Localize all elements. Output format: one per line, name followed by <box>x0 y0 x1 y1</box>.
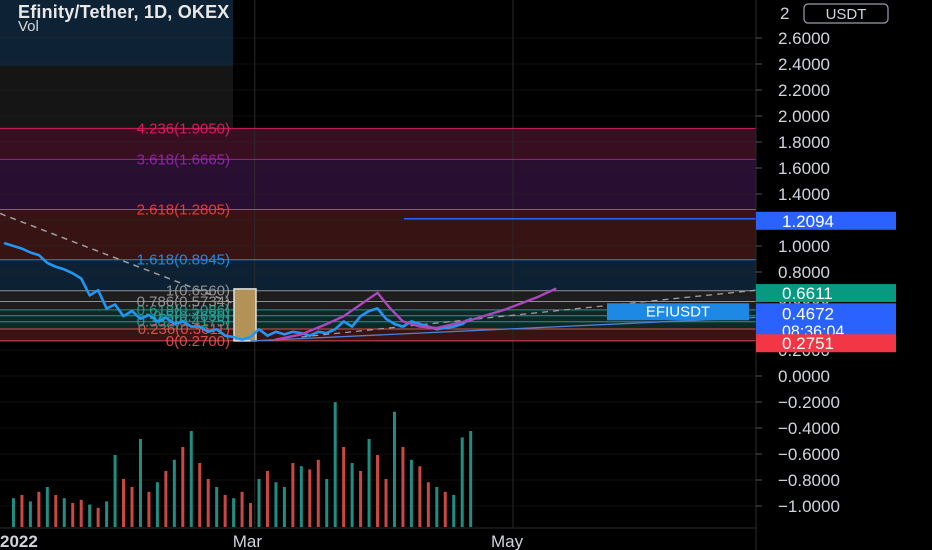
fib-label-10: 4.236(1.9050) <box>137 120 230 137</box>
volume-bar <box>28 501 32 527</box>
volume-bar <box>54 495 58 527</box>
price-label-fib: 0.6611 <box>782 284 833 303</box>
volume-bar <box>350 463 354 527</box>
symbol-tag: EFIUSDT <box>646 303 710 320</box>
price-label-low: 0.2751 <box>782 334 834 353</box>
volume-bar <box>232 498 236 527</box>
volume-bar <box>105 501 109 527</box>
fib-zone-8 <box>0 159 756 210</box>
volume-bar <box>113 455 117 527</box>
price-label-current: 0.4672 <box>782 304 834 323</box>
axis-tick-label-9: 0.8000 <box>778 263 830 282</box>
axis-tick-label-4: 1.8000 <box>778 133 830 152</box>
volume-bar <box>122 479 126 527</box>
fib-zone-9 <box>0 128 756 160</box>
volume-bar <box>409 459 413 527</box>
volume-bar <box>155 482 159 527</box>
fib-zone-7 <box>0 209 756 260</box>
axis-tick-label-1: 2.4000 <box>778 55 830 74</box>
volume-bar <box>452 495 456 527</box>
price-axis[interactable]: 2.6000 2.4000 2.2000 2.0000 1.8000 1.6000 1.40… <box>755 0 932 550</box>
volume-bar <box>274 482 278 527</box>
volume-bar <box>240 491 244 527</box>
fib-label-9: 3.618(1.6665) <box>137 151 230 168</box>
volume-bar <box>392 411 396 527</box>
symbol-title[interactable]: Efinity/Tether, 1D, OKEX <box>18 2 230 23</box>
volume-bar <box>282 487 286 527</box>
volume-bars <box>11 402 473 527</box>
highlight-block <box>233 288 257 342</box>
volume-bar <box>189 431 193 527</box>
time-label-0: 2022 <box>0 532 38 550</box>
volume-bar <box>384 479 388 527</box>
axis-tick-label-17: −0.8000 <box>778 471 840 490</box>
volume-bar <box>325 479 329 527</box>
volume-bar <box>469 431 473 527</box>
axis-tick-label-18: −1.0000 <box>778 497 840 516</box>
volume-bar <box>367 439 371 527</box>
volume-bar <box>164 471 168 527</box>
axis-tick-label-8: 1.0000 <box>778 237 830 256</box>
volume-bar <box>376 455 380 527</box>
chart-root: 0(0.2700) 0.236(0.3611) 0.382(0.4175) 0.5(0… <box>0 0 932 550</box>
volume-bar <box>460 437 464 527</box>
time-label-2: May <box>491 532 524 550</box>
axis-tick-label-15: −0.4000 <box>778 419 840 438</box>
volume-bar <box>96 507 100 527</box>
price-chart[interactable]: 0(0.2700)0.236(0.3611)0.382(0.4175)0.5(0… <box>0 0 932 550</box>
fib-zone-upper-left <box>0 66 233 129</box>
volume-bar <box>79 499 83 527</box>
volume-bar <box>257 479 261 527</box>
volume-bar <box>62 498 66 527</box>
volume-bar <box>181 447 185 527</box>
axis-tick-label-2: 2.2000 <box>778 81 830 100</box>
fib-label-7: 1.618(0.8945) <box>137 252 230 269</box>
volume-bar <box>299 466 303 527</box>
axis-partial-label: 2 <box>780 4 789 23</box>
volume-bar <box>249 503 253 527</box>
fib-zone-6 <box>0 259 756 291</box>
volume-bar <box>342 447 346 527</box>
volume-bar <box>418 466 422 527</box>
volume-bar <box>206 479 210 527</box>
currency-badge-text: USDT <box>826 6 867 23</box>
axis-tick-label-5: 1.6000 <box>778 159 830 178</box>
axis-tick-label-14: −0.2000 <box>778 393 840 412</box>
volume-bar <box>88 504 92 527</box>
volume-bar <box>435 487 439 527</box>
axis-tick-label-13: 0.0000 <box>778 367 830 386</box>
volume-bar <box>215 487 219 527</box>
volume-bar <box>45 487 49 527</box>
time-label-1: Mar <box>233 532 263 550</box>
time-axis[interactable]: 2022 Mar May <box>0 527 756 550</box>
volume-bar <box>291 463 295 527</box>
volume-bar <box>37 491 41 527</box>
axis-tick-label-3: 2.0000 <box>778 107 830 126</box>
volume-bar <box>333 402 337 527</box>
volume-bar <box>308 469 312 527</box>
fib-label-8: 2.618(1.2805) <box>137 202 230 219</box>
volume-bar <box>147 491 151 527</box>
axis-tick-label-16: −0.6000 <box>778 445 840 464</box>
price-label-ray: 1.2094 <box>782 212 834 231</box>
volume-bar <box>426 482 430 527</box>
volume-bar <box>265 471 269 527</box>
volume-bar <box>359 471 363 527</box>
volume-bar <box>138 439 142 527</box>
volume-bar <box>20 495 24 527</box>
volume-bar <box>401 447 405 527</box>
volume-bar <box>198 463 202 527</box>
volume-bar <box>172 459 176 527</box>
volume-bar <box>223 495 227 527</box>
fib-label-6: 1(0.6560) <box>166 283 230 300</box>
volume-bar <box>316 459 320 527</box>
volume-legend: Vol <box>18 18 39 35</box>
axis-tick-label-6: 1.4000 <box>778 185 830 204</box>
volume-bar <box>71 503 75 527</box>
volume-bar <box>443 491 447 527</box>
fib-zones <box>0 0 756 341</box>
axis-tick-label-0: 2.6000 <box>778 29 830 48</box>
volume-bar <box>130 487 134 527</box>
volume-bar <box>11 498 15 527</box>
